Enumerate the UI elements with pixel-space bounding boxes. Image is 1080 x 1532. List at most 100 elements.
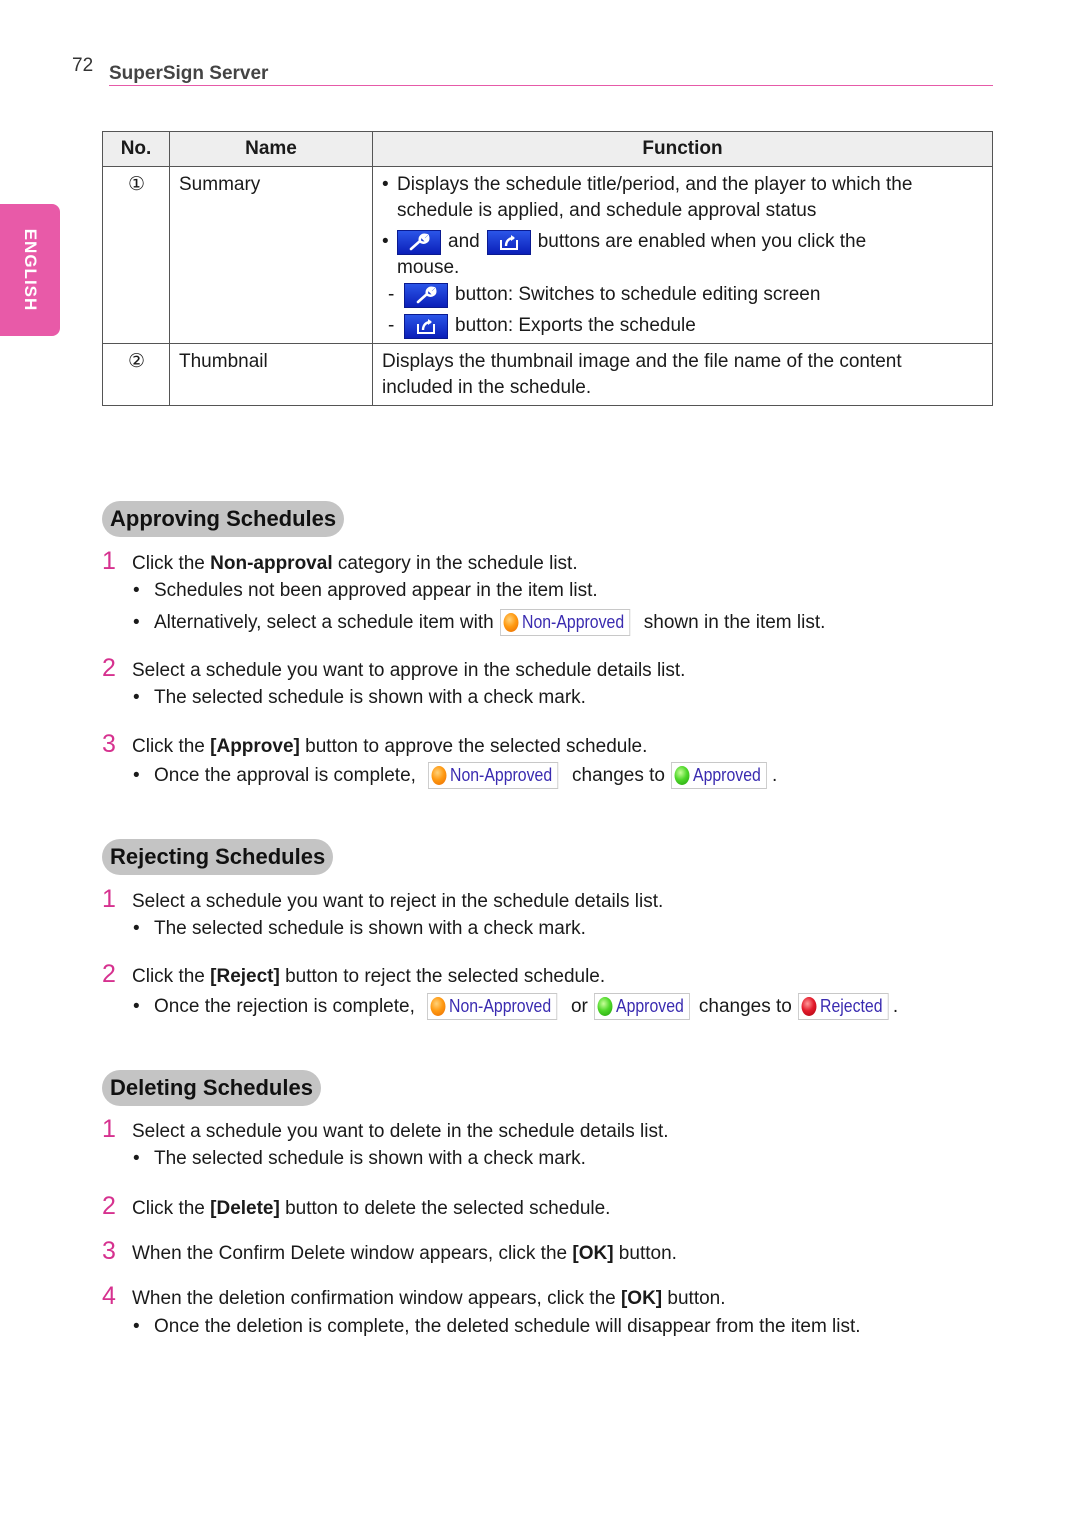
status-label: Approved bbox=[692, 765, 761, 785]
approving-step-1-note-1: • Schedules not been approved appear in … bbox=[133, 580, 598, 602]
bullet: • bbox=[133, 580, 140, 601]
function-text: and bbox=[448, 231, 480, 252]
function-table: No. Name Function ① Summary • Displays th… bbox=[102, 131, 993, 406]
table-row: ② Thumbnail Displays the thumbnail image… bbox=[102, 343, 993, 406]
step-text: button. bbox=[613, 1243, 677, 1264]
deleting-step-2: 2 Click the [Delete] button to delete th… bbox=[102, 1192, 610, 1221]
header-rule bbox=[109, 85, 993, 86]
status-badge-non-approved: Non-Approved bbox=[499, 609, 631, 636]
step-number: 2 bbox=[102, 1192, 116, 1220]
status-badge-approved: Approved bbox=[593, 993, 690, 1020]
bullet: • bbox=[133, 918, 140, 939]
status-badge-rejected: Rejected bbox=[797, 993, 889, 1020]
export-icon bbox=[404, 313, 448, 339]
bullet: • bbox=[133, 611, 140, 633]
row-number: ① bbox=[102, 166, 170, 344]
column-header-name: Name bbox=[169, 131, 373, 167]
page-number: 72 bbox=[72, 55, 94, 76]
approving-step-1: 1 Click the Non-approval category in the… bbox=[102, 547, 578, 576]
step-number: 2 bbox=[102, 654, 116, 682]
table-row: ① Summary • Displays the schedule title/p… bbox=[102, 166, 993, 344]
note-text: The selected schedule is shown with a ch… bbox=[154, 687, 586, 708]
language-tab-label: ENGLISH bbox=[21, 228, 40, 312]
deleting-step-1-note: • The selected schedule is shown with a … bbox=[133, 1148, 586, 1170]
status-badge-approved: Approved bbox=[670, 762, 767, 789]
column-header-function: Function bbox=[372, 131, 993, 167]
note-text: . bbox=[892, 995, 899, 1017]
note-text: Once the deletion is complete, the delet… bbox=[154, 1316, 861, 1337]
red-status-icon bbox=[801, 997, 817, 1016]
export-icon bbox=[486, 229, 531, 255]
status-label: Rejected bbox=[819, 996, 883, 1016]
step-text: button to reject the selected schedule. bbox=[279, 966, 606, 987]
step-number: 4 bbox=[102, 1282, 116, 1310]
note-text: changes to bbox=[572, 764, 665, 786]
step-text: Click the bbox=[132, 966, 211, 987]
section-title-rejecting: Rejecting Schedules bbox=[102, 839, 334, 875]
status-label: Non-Approved bbox=[521, 612, 624, 632]
function-text: included in the schedule. bbox=[382, 377, 592, 398]
function-text: Displays the schedule title/period, and … bbox=[397, 174, 913, 195]
function-text: buttons are enabled when you click the bbox=[537, 231, 867, 252]
row-function: • Displays the schedule title/period, and… bbox=[372, 166, 993, 344]
green-status-icon bbox=[674, 766, 690, 785]
step-text: button to delete the selected schedule. bbox=[279, 1198, 611, 1219]
note-text: Once the rejection is complete, bbox=[154, 995, 415, 1017]
bullet: • bbox=[133, 687, 140, 708]
green-status-icon bbox=[597, 997, 613, 1016]
deleting-step-4-note: • Once the deletion is complete, the del… bbox=[133, 1316, 861, 1338]
approving-step-3-note: • Once the approval is complete, Non-App… bbox=[133, 762, 777, 789]
row-name: Thumbnail bbox=[169, 343, 373, 406]
bullet: • bbox=[382, 231, 389, 252]
wrench-icon bbox=[404, 282, 448, 308]
step-keyword: [Delete] bbox=[210, 1198, 280, 1219]
deleting-step-4: 4 When the deletion confirmation window … bbox=[102, 1282, 726, 1311]
step-keyword: [Approve] bbox=[210, 736, 300, 757]
step-text: Click the bbox=[132, 553, 211, 574]
step-text: Select a schedule you want to delete in … bbox=[132, 1121, 669, 1142]
step-text: Click the bbox=[132, 736, 211, 757]
rejecting-step-2-note: • Once the rejection is complete, Non-Ap… bbox=[133, 993, 898, 1020]
step-text: button. bbox=[662, 1288, 726, 1309]
note-text: Alternatively, select a schedule item wi… bbox=[154, 611, 494, 633]
step-number: 3 bbox=[102, 1237, 116, 1265]
wrench-icon bbox=[397, 229, 441, 255]
note-text: changes to bbox=[698, 995, 792, 1017]
approving-step-2-note: • The selected schedule is shown with a … bbox=[133, 687, 586, 709]
bullet: • bbox=[382, 174, 389, 195]
note-text: shown in the item list. bbox=[643, 611, 826, 633]
note-text: The selected schedule is shown with a ch… bbox=[154, 1148, 586, 1169]
step-number: 1 bbox=[102, 885, 116, 913]
language-tab: ENGLISH bbox=[0, 204, 60, 336]
orange-status-icon bbox=[430, 997, 446, 1016]
step-keyword: [Reject] bbox=[210, 966, 280, 987]
step-text: category in the schedule list. bbox=[332, 553, 578, 574]
rejecting-step-1-note: • The selected schedule is shown with a … bbox=[133, 918, 586, 940]
rejecting-step-2: 2 Click the [Reject] button to reject th… bbox=[102, 960, 605, 989]
approving-step-1-note-2: • Alternatively, select a schedule item … bbox=[133, 609, 825, 636]
row-number: ② bbox=[102, 343, 170, 406]
bullet: • bbox=[133, 1316, 140, 1337]
step-number: 2 bbox=[102, 960, 116, 988]
step-number: 1 bbox=[102, 547, 116, 575]
row-function: Displays the thumbnail image and the fil… bbox=[372, 343, 993, 406]
step-text: Select a schedule you want to reject in … bbox=[132, 891, 664, 912]
step-number: 1 bbox=[102, 1115, 116, 1143]
step-text: Click the bbox=[132, 1198, 211, 1219]
step-text: When the Confirm Delete window appears, … bbox=[132, 1243, 573, 1264]
bullet: • bbox=[133, 764, 140, 786]
function-text: mouse. bbox=[397, 257, 460, 278]
function-text: button: Exports the schedule bbox=[455, 315, 696, 336]
step-text: When the deletion confirmation window ap… bbox=[132, 1288, 621, 1309]
orange-status-icon bbox=[503, 613, 519, 632]
function-text: button: Switches to schedule editing scr… bbox=[455, 284, 821, 305]
row-name: Summary bbox=[169, 166, 373, 344]
dash: - bbox=[388, 284, 395, 305]
step-keyword: Non-approval bbox=[210, 553, 333, 574]
section-title-approving: Approving Schedules bbox=[102, 501, 345, 537]
note-text: The selected schedule is shown with a ch… bbox=[154, 918, 586, 939]
status-badge-non-approved: Non-Approved bbox=[427, 762, 559, 789]
approving-step-3: 3 Click the [Approve] button to approve … bbox=[102, 730, 647, 759]
bullet: • bbox=[133, 1148, 140, 1169]
status-label: Approved bbox=[615, 996, 684, 1016]
